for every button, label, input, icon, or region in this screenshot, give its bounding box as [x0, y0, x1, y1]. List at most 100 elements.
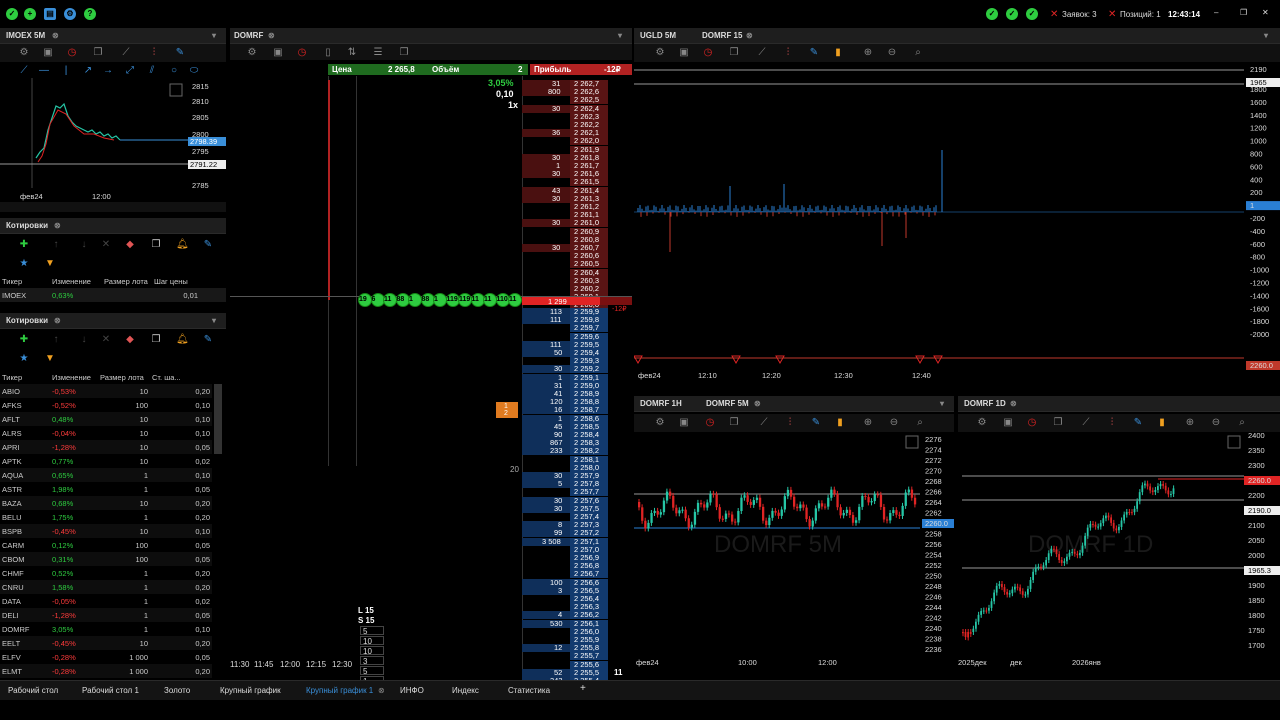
bars-icon[interactable]: ▮ — [1156, 417, 1168, 429]
clock-icon[interactable]: ◷ — [66, 47, 78, 59]
clock-icon[interactable]: ◷ — [702, 47, 714, 59]
settings-icon[interactable]: ⚙ — [246, 47, 258, 59]
table-row[interactable]: DELI -1,28% 1 0,05 — [0, 608, 212, 622]
tab-info[interactable]: ИНФО — [400, 686, 424, 695]
table-row[interactable]: CNRU 1,58% 1 0,20 — [0, 580, 212, 594]
col-header[interactable]: Изменение — [50, 274, 102, 288]
bars-icon[interactable]: ▮ — [834, 417, 846, 429]
col-header[interactable]: Тикер — [0, 370, 50, 384]
tab-domrf[interactable]: DOMRF — [234, 31, 263, 40]
window-icon[interactable]: ❐ — [150, 239, 162, 251]
tab-ugld[interactable]: UGLD 5M — [640, 31, 676, 40]
ray-icon[interactable]: ↗ — [82, 65, 94, 77]
eraser-icon[interactable]: ◆ — [124, 239, 136, 251]
circle-icon[interactable]: ○ — [168, 65, 180, 77]
bell-icon[interactable]: 🔔︎ — [176, 334, 189, 346]
mini-chart-scrollbar[interactable] — [0, 202, 226, 212]
domrf-5m-chart[interactable]: DOMRF 5M 2276 22742272 22702268 22662264 226… — [634, 432, 954, 668]
settings-icon[interactable]: ⚙ — [18, 47, 30, 59]
table-row[interactable]: DATA -0,05% 1 0,02 — [0, 594, 212, 608]
minimize-icon[interactable]: – — [1214, 8, 1218, 17]
close-icon[interactable]: ⊗ — [52, 31, 59, 40]
vline-icon[interactable]: | — [60, 65, 72, 77]
mini-chart[interactable]: 2815 2810 2805 2800 2798.39 2795 2791.22… — [0, 78, 226, 202]
copy-icon[interactable]: ❐ — [1052, 417, 1064, 429]
indicator-icon[interactable]: ⫶ — [1106, 417, 1118, 429]
list-icon[interactable]: ☰ — [372, 47, 384, 59]
col-header[interactable]: Изменение — [50, 370, 98, 384]
col-header[interactable]: Ст. ша... — [150, 370, 212, 384]
plus-icon[interactable]: + — [24, 8, 36, 20]
copy-icon[interactable]: ❐ — [92, 47, 104, 59]
close-icon[interactable]: ⊗ — [54, 316, 61, 325]
table-row[interactable]: ALRS -0,04% 10 0,10 — [0, 426, 212, 440]
zoom-in-icon[interactable]: ⊕ — [862, 47, 874, 59]
add-icon[interactable]: ✚ — [18, 239, 30, 251]
table-row[interactable]: CHMF 0,52% 1 0,20 — [0, 566, 212, 580]
clock-icon[interactable]: ◷ — [704, 417, 716, 429]
filter-icon[interactable]: ▼ — [44, 353, 56, 365]
table-row[interactable]: CBOM 0,31% 100 0,05 — [0, 552, 212, 566]
copy-icon[interactable]: ❐ — [398, 47, 410, 59]
chevron-down-icon[interactable]: ▾ — [618, 31, 622, 40]
orders-label[interactable]: Заявок: 3 — [1062, 10, 1097, 19]
hline-icon[interactable]: — — [38, 65, 50, 77]
pen-icon[interactable]: ✎ — [808, 47, 820, 59]
help-icon[interactable]: ? — [84, 8, 96, 20]
gear-icon[interactable]: ⚙ — [64, 8, 76, 20]
window-icon[interactable]: ▤ — [44, 8, 56, 20]
tab-domrf-1h[interactable]: DOMRF 1H — [640, 399, 682, 408]
star-icon[interactable]: ★ — [18, 353, 30, 365]
tab-domrf-1d[interactable]: DOMRF 1D — [964, 399, 1006, 408]
tab-domrf-15[interactable]: DOMRF 15 — [702, 31, 742, 40]
tab-big-chart-1[interactable]: Крупный график 1 — [306, 686, 373, 695]
bars-icon[interactable]: ▮ — [832, 47, 844, 59]
col-header[interactable]: Размер лота — [98, 370, 150, 384]
close-icon[interactable]: ⊗ — [54, 221, 61, 230]
zoom-in-icon[interactable]: ⊕ — [862, 417, 874, 429]
pen-icon[interactable]: ✎ — [174, 47, 186, 59]
tab-domrf-5m[interactable]: DOMRF 5M — [706, 399, 749, 408]
camera-icon[interactable]: ▣ — [272, 47, 284, 59]
zoom-out-icon[interactable]: ⊖ — [886, 47, 898, 59]
col-header[interactable]: Тикер — [0, 274, 50, 288]
camera-icon[interactable]: ▣ — [678, 47, 690, 59]
close-window-icon[interactable]: ✕ — [1262, 8, 1269, 17]
table-row[interactable]: APTK 0,77% 10 0,02 — [0, 454, 212, 468]
pen-icon[interactable]: ✎ — [1132, 417, 1144, 429]
table-row[interactable]: EELT -0,45% 10 0,20 — [0, 636, 212, 650]
camera-icon[interactable]: ▣ — [678, 417, 690, 429]
indicator-icon[interactable]: ⫶ — [784, 417, 796, 429]
filter-icon[interactable]: ▼ — [44, 258, 56, 270]
tab-imoex[interactable]: IMOEX 5M — [6, 31, 45, 40]
table-row[interactable]: ABIO -0,53% 10 0,20 — [0, 384, 212, 398]
col-header[interactable]: Размер лота — [102, 274, 152, 288]
ellipse-icon[interactable]: ⬭ — [188, 65, 200, 77]
expand-icon[interactable]: ⤢ — [124, 65, 136, 77]
window-icon[interactable]: ❐ — [150, 334, 162, 346]
table-row[interactable]: AQUA 0,65% 1 0,10 — [0, 468, 212, 482]
volume-histogram-chart[interactable]: 2190196518001600140012001000800600400200… — [634, 62, 1280, 382]
table-row[interactable]: ELFV -0,28% 1 000 0,05 — [0, 650, 212, 664]
close-positions-icon[interactable]: ✕ — [1108, 9, 1116, 20]
channel-icon[interactable]: ⫽ — [146, 65, 158, 77]
pen-icon[interactable]: ✎ — [810, 417, 822, 429]
delete-icon[interactable]: ✕ — [100, 334, 112, 346]
settings-icon[interactable]: ⚙ — [976, 417, 988, 429]
search-icon[interactable]: ⌕ — [912, 47, 924, 59]
table-row[interactable]: DOMRF 3,05% 1 0,10 — [0, 622, 212, 636]
chevron-down-icon[interactable]: ▾ — [212, 31, 216, 40]
tab-big-chart[interactable]: Крупный график — [220, 686, 281, 695]
add-icon[interactable]: ✚ — [18, 334, 30, 346]
table-row[interactable]: ELMT -0,28% 1 000 0,20 — [0, 664, 212, 678]
tab-gold[interactable]: Золото — [164, 686, 190, 695]
up-icon[interactable]: ↑ — [50, 334, 62, 346]
sort-icon[interactable]: ⇅ — [346, 47, 358, 59]
indicator-icon[interactable]: ⫶ — [782, 47, 794, 59]
table-row[interactable]: IMOEX 0,63% 0,01 — [0, 288, 226, 302]
eraser-icon[interactable]: ◆ — [124, 334, 136, 346]
table-row[interactable]: ASTR 1,98% 1 0,05 — [0, 482, 212, 496]
copy-icon[interactable]: ❐ — [728, 417, 740, 429]
table-row[interactable]: BAZA 0,68% 10 0,20 — [0, 496, 212, 510]
clock-icon[interactable]: ◷ — [1026, 417, 1038, 429]
